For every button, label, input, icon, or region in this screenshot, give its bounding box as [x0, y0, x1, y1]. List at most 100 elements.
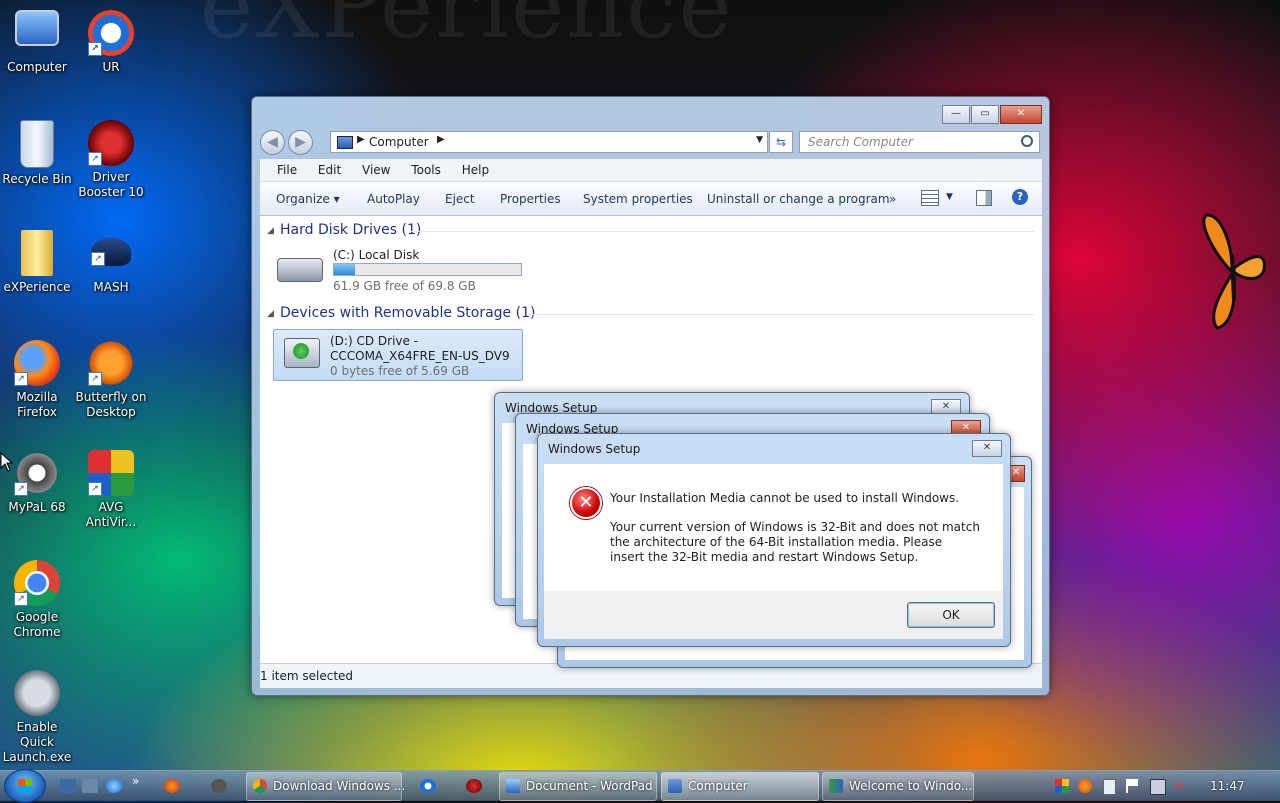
taskbar-button-label: Welcome to Windo... — [849, 779, 973, 793]
desktop-icon-computer[interactable]: Computer — [0, 10, 74, 75]
action-center-flag-icon[interactable] — [1126, 779, 1138, 793]
firefox-icon[interactable] — [164, 779, 180, 793]
taskbar-button-computer[interactable]: Computer — [661, 772, 819, 801]
close-button[interactable]: ✕ — [1000, 105, 1042, 124]
start-button[interactable] — [4, 769, 46, 803]
desktop-icon-recycle-bin[interactable]: Recycle Bin — [0, 120, 74, 187]
network-icon[interactable] — [1150, 779, 1166, 795]
taskbar-button-label: Download Windows ... — [273, 779, 406, 793]
refresh-button[interactable]: ⇆ — [769, 131, 793, 153]
breadcrumb-computer[interactable]: Computer — [369, 135, 429, 149]
avg-tray-icon[interactable] — [1055, 779, 1069, 793]
autoplay-button[interactable]: AutoPlay — [367, 192, 420, 206]
folder-icon — [21, 230, 53, 276]
internet-explorer-icon[interactable] — [106, 779, 122, 793]
desktop-icon-label: MyPaL 68 — [8, 500, 66, 514]
eject-button[interactable]: Eject — [445, 192, 475, 206]
switch-windows-icon[interactable] — [82, 779, 98, 793]
forward-button[interactable]: ▶ — [288, 130, 313, 155]
shortcut-arrow-icon: ↗ — [88, 482, 102, 496]
ur-browser-icon: ↗ — [88, 10, 134, 56]
computer-icon — [668, 779, 682, 793]
properties-button[interactable]: Properties — [500, 192, 561, 206]
more-commands-button[interactable]: » — [889, 192, 896, 206]
system-properties-button[interactable]: System properties — [583, 192, 693, 206]
drive-d[interactable]: (D:) CD Drive - CCCOMA_X64FRE_EN-US_DV9 … — [273, 329, 523, 381]
butterfly-icon: ↗ — [88, 340, 134, 386]
mypal-icon[interactable] — [211, 779, 227, 793]
driver-booster-icon[interactable] — [466, 779, 482, 793]
desktop-icon-ur[interactable]: ↗ UR — [74, 10, 148, 75]
taskbar-button-label: Computer — [688, 779, 748, 793]
desktop-icon-driver-booster[interactable]: ↗ Driver Booster 10 — [74, 120, 148, 200]
minimize-button[interactable]: — — [942, 105, 970, 124]
desktop-icon-avg[interactable]: ↗ AVG AntiVir... — [74, 450, 148, 530]
help-icon[interactable]: ? — [1012, 189, 1028, 205]
show-desktop-icon[interactable] — [60, 779, 76, 793]
group-header-removable[interactable]: Devices with Removable Storage (1) — [280, 305, 535, 321]
group-header-hard-disk[interactable]: Hard Disk Drives (1) — [280, 222, 421, 238]
window-controls: — ▭ ✕ — [941, 105, 1042, 124]
breadcrumb-arrow-icon[interactable]: ▶ — [437, 134, 445, 145]
taskbar-button-wordpad[interactable]: Document - WordPad — [499, 772, 657, 801]
setup-error-dialog: Windows Setup ✕ ✕ Your Installation Medi… — [537, 433, 1011, 647]
group-divider — [528, 314, 1034, 315]
desktop-icon-label: Recycle Bin — [2, 172, 72, 186]
desktop-icon-label: UR — [102, 60, 120, 74]
menu-edit[interactable]: Edit — [318, 163, 341, 177]
collapse-triangle-icon[interactable]: ◢ — [267, 226, 274, 236]
quick-launch-more-button[interactable]: » — [132, 774, 139, 788]
organize-button[interactable]: Organize ▾ — [276, 192, 340, 206]
wallpaper-watermark: eXPerience — [200, 0, 734, 59]
desktop-icon-label: Computer — [7, 60, 67, 74]
chrome-icon — [253, 779, 267, 793]
desktop-icon-butterfly[interactable]: ↗ Butterfly on Desktop — [74, 340, 148, 420]
maximize-button[interactable]: ▭ — [971, 105, 999, 124]
ur-browser-icon[interactable] — [420, 779, 436, 793]
chevron-down-icon[interactable]: ▼ — [946, 192, 953, 202]
menu-file[interactable]: File — [277, 163, 297, 177]
drive-c[interactable]: (C:) Local Disk 61.9 GB free of 69.8 GB — [277, 248, 537, 294]
mash-icon: ↗ — [91, 238, 131, 266]
quick-launch-icon — [14, 670, 60, 716]
uninstall-program-button[interactable]: Uninstall or change a program — [707, 192, 890, 206]
shortcut-arrow-icon: ↗ — [91, 252, 105, 266]
taskbar-button-welcome[interactable]: Welcome to Windo... — [822, 772, 974, 801]
address-bar[interactable]: ▶ Computer ▶ ▼ — [330, 131, 768, 153]
desktop-icon-mash[interactable]: ↗ MASH — [74, 230, 148, 295]
error-heading: Your Installation Media cannot be used t… — [610, 491, 960, 505]
ok-button[interactable]: OK — [907, 602, 995, 628]
clock[interactable]: 11:47 — [1210, 779, 1245, 793]
collapse-triangle-icon[interactable]: ◢ — [267, 309, 274, 319]
desktop-icon-quick-launch[interactable]: Enable Quick Launch.exe — [0, 670, 74, 765]
close-button[interactable]: ✕ — [972, 440, 1002, 457]
mouse-cursor-icon — [0, 452, 14, 472]
drive-volume-label: CCCOMA_X64FRE_EN-US_DV9 — [330, 349, 510, 363]
menu-help[interactable]: Help — [462, 163, 489, 177]
desktop-icon-label: Google Chrome — [13, 610, 61, 639]
drive-name: (C:) Local Disk — [333, 248, 420, 262]
view-options-icon[interactable] — [921, 190, 939, 206]
desktop-icon-experience[interactable]: eXPerience — [0, 230, 74, 295]
computer-icon — [337, 136, 353, 149]
volume-muted-icon[interactable]: ✕ — [1174, 779, 1188, 793]
desktop-icon-chrome[interactable]: ↗ Google Chrome — [0, 560, 74, 640]
dialog-footer: OK — [544, 591, 1003, 639]
desktop-icon-firefox[interactable]: ↗ Mozilla Firefox — [0, 340, 74, 420]
taskbar-button-download-windows[interactable]: Download Windows ... — [246, 772, 406, 801]
document-tray-icon[interactable] — [1103, 779, 1116, 795]
back-button[interactable]: ◀ — [260, 130, 285, 155]
search-icon[interactable] — [1021, 135, 1033, 147]
search-input[interactable]: Search Computer — [799, 131, 1040, 153]
desktop-icon-label: Driver Booster 10 — [78, 170, 144, 199]
butterfly-tray-icon[interactable] — [1078, 779, 1092, 793]
menu-view[interactable]: View — [362, 163, 390, 177]
preview-pane-icon[interactable] — [976, 190, 992, 206]
shortcut-arrow-icon: ↗ — [88, 42, 102, 56]
desktop-icon-label: Butterfly on Desktop — [75, 390, 147, 419]
drive-free-space: 61.9 GB free of 69.8 GB — [333, 279, 476, 293]
taskbar: » Download Windows ... Document - WordPa… — [0, 769, 1280, 803]
menu-tools[interactable]: Tools — [411, 163, 441, 177]
drive-free-space: 0 bytes free of 5.69 GB — [330, 364, 470, 378]
chevron-down-icon[interactable]: ▼ — [756, 135, 763, 145]
